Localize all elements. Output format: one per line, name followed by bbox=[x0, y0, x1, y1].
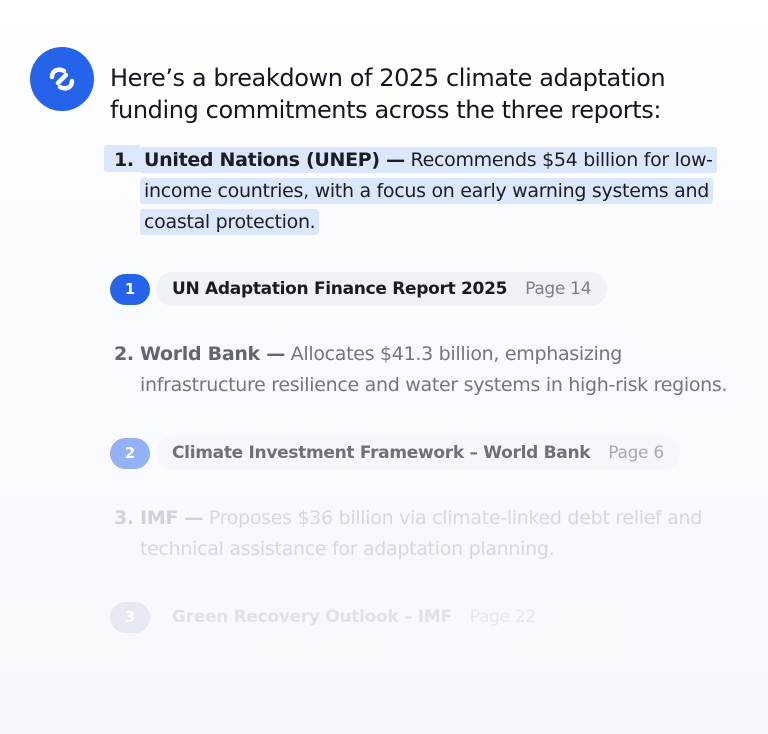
list-item-imf: 3. IMF — Proposes $36 billion via climat… bbox=[110, 503, 740, 565]
citation-page: Page 14 bbox=[525, 279, 592, 299]
assistant-avatar bbox=[30, 47, 94, 111]
citation-3[interactable]: 3 Green Recovery Outlook – IMF Page 22 bbox=[110, 600, 552, 634]
citation-title: Green Recovery Outlook – IMF bbox=[172, 607, 452, 627]
list-item-name: World Bank — bbox=[140, 343, 285, 365]
citation-badge[interactable]: 1 bbox=[110, 273, 150, 305]
citation-2[interactable]: 2 Climate Investment Framework – World B… bbox=[110, 436, 680, 470]
list-item-world-bank: 2. World Bank — Allocates $41.3 billion,… bbox=[110, 339, 740, 401]
list-item-text: Proposes $36 billion via climate-linked … bbox=[140, 507, 703, 560]
highlighted-text: United Nations (UNEP) — Recommends $54 b… bbox=[140, 147, 717, 235]
list-number: 1. bbox=[114, 149, 134, 171]
citation-title: UN Adaptation Finance Report 2025 bbox=[172, 279, 508, 299]
citation-title: Climate Investment Framework – World Ban… bbox=[172, 443, 591, 463]
citation-page: Page 22 bbox=[469, 607, 536, 627]
list-item-name: United Nations (UNEP) — bbox=[144, 149, 405, 171]
citation-badge[interactable]: 2 bbox=[110, 437, 150, 469]
citation-pill[interactable]: Green Recovery Outlook – IMF Page 22 bbox=[156, 600, 552, 634]
list-item-unep: 1. United Nations (UNEP) — Recommends $5… bbox=[104, 145, 740, 238]
citation-pill[interactable]: Climate Investment Framework – World Ban… bbox=[156, 436, 680, 470]
list-number: 3. bbox=[114, 507, 134, 529]
citation-page: Page 6 bbox=[608, 443, 664, 463]
citation-1[interactable]: 1 UN Adaptation Finance Report 2025 Page… bbox=[110, 272, 608, 306]
list-item-name: IMF — bbox=[140, 507, 204, 529]
chat-response: Here’s a breakdown of 2025 climate adapt… bbox=[0, 0, 768, 734]
list-number: 2. bbox=[114, 343, 134, 365]
response-intro: Here’s a breakdown of 2025 climate adapt… bbox=[110, 64, 666, 124]
citation-badge[interactable]: 3 bbox=[110, 601, 150, 633]
citation-pill[interactable]: UN Adaptation Finance Report 2025 Page 1… bbox=[156, 272, 608, 306]
assistant-logo-icon bbox=[49, 67, 75, 91]
